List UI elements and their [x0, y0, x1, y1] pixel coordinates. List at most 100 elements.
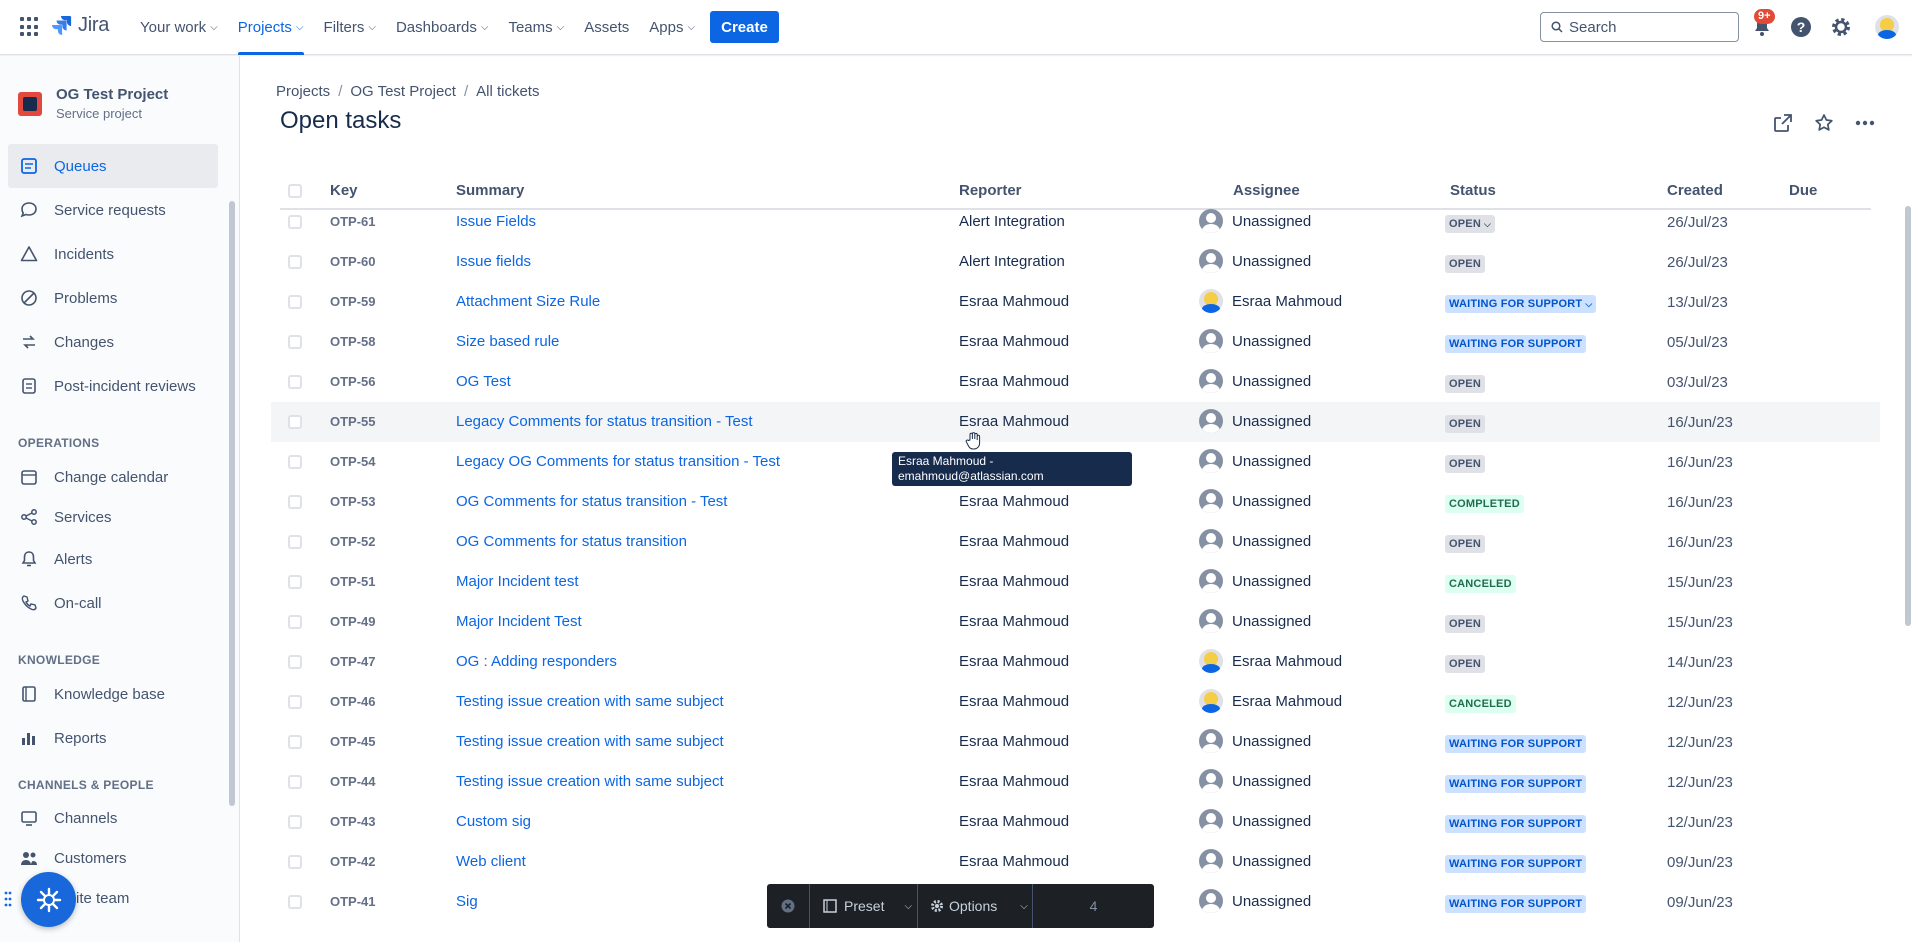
nav-teams[interactable]: Teams ⌵ [500, 0, 572, 55]
ticket-assignee[interactable]: Unassigned [1199, 729, 1311, 753]
table-row[interactable]: OTP-59 Attachment Size Rule Esraa Mahmoud E… [271, 282, 1880, 322]
ticket-assignee[interactable]: Unassigned [1199, 369, 1311, 393]
table-row[interactable]: OTP-52 OG Comments for status transition E… [271, 522, 1880, 562]
ticket-summary-link[interactable]: Testing issue creation with same subject [456, 773, 724, 790]
row-checkbox[interactable] [288, 735, 302, 749]
select-all-checkbox[interactable] [288, 184, 302, 198]
breadcrumb-all-tickets[interactable]: All tickets [476, 83, 539, 100]
sidebar-item-service-requests[interactable]: Service requests [8, 188, 218, 232]
row-checkbox[interactable] [288, 815, 302, 829]
ticket-summary-link[interactable]: Sig [456, 893, 478, 910]
table-row[interactable]: OTP-53 OG Comments for status transition … [271, 482, 1880, 522]
ticket-summary-link[interactable]: OG : Adding responders [456, 653, 617, 670]
ticket-assignee[interactable]: Unassigned [1199, 809, 1311, 833]
ticket-assignee[interactable]: Unassigned [1199, 849, 1311, 873]
ticket-key[interactable]: OTP-44 [330, 774, 376, 789]
ticket-assignee[interactable]: Unassigned [1199, 329, 1311, 353]
preset-dropdown[interactable]: Preset ⌵ [810, 884, 918, 928]
ticket-reporter[interactable]: Esraa Mahmoud [959, 573, 1069, 590]
ticket-reporter[interactable]: Esraa Mahmoud [959, 373, 1069, 390]
ticket-key[interactable]: OTP-55 [330, 414, 376, 429]
ticket-status[interactable]: CANCELED [1445, 694, 1516, 713]
ticket-assignee[interactable]: Esraa Mahmoud [1199, 689, 1342, 713]
ticket-reporter[interactable]: Alert Integration [959, 213, 1065, 230]
row-checkbox[interactable] [288, 695, 302, 709]
ticket-summary-link[interactable]: Testing issue creation with same subject [456, 733, 724, 750]
row-checkbox[interactable] [288, 775, 302, 789]
create-button[interactable]: Create [710, 11, 779, 43]
ticket-status[interactable]: WAITING FOR SUPPORT [1445, 734, 1587, 753]
row-checkbox[interactable] [288, 335, 302, 349]
profile-avatar[interactable] [1872, 15, 1902, 39]
table-row[interactable]: OTP-43 Custom sig Esraa Mahmoud Unassigned W… [271, 802, 1880, 842]
ticket-summary-link[interactable]: OG Comments for status transition [456, 533, 687, 550]
ticket-key[interactable]: OTP-56 [330, 374, 376, 389]
sidebar-item-problems[interactable]: Problems [8, 276, 218, 320]
ticket-summary-link[interactable]: Legacy OG Comments for status transition… [456, 453, 780, 470]
ticket-key[interactable]: OTP-47 [330, 654, 376, 669]
table-row[interactable]: OTP-44 Testing issue creation with same s… [271, 762, 1880, 802]
row-checkbox[interactable] [288, 255, 302, 269]
jira-logo[interactable]: Jira [52, 14, 109, 37]
table-row[interactable]: OTP-49 Major Incident Test Esraa Mahmoud Un… [271, 602, 1880, 642]
nav-assets[interactable]: Assets [576, 0, 637, 55]
sidebar-item-change-calendar[interactable]: Change calendar [8, 455, 218, 499]
ticket-assignee[interactable]: Unassigned [1199, 209, 1311, 233]
ticket-key[interactable]: OTP-41 [330, 894, 376, 909]
ticket-assignee[interactable]: Esraa Mahmoud [1199, 289, 1342, 313]
settings-gear-icon[interactable] [1829, 15, 1853, 39]
ticket-status[interactable]: CANCELED [1445, 574, 1516, 593]
sidebar-item-post-incident-reviews[interactable]: Post-incident reviews [8, 364, 218, 408]
ticket-summary-link[interactable]: Attachment Size Rule [456, 293, 600, 310]
ticket-assignee[interactable]: Unassigned [1199, 609, 1311, 633]
ticket-assignee[interactable]: Unassigned [1199, 769, 1311, 793]
row-checkbox[interactable] [288, 655, 302, 669]
ticket-key[interactable]: OTP-61 [330, 214, 376, 229]
column-header-created[interactable]: Created [1667, 182, 1723, 199]
assistant-launcher-button[interactable] [21, 872, 76, 927]
sidebar-item-knowledge-base[interactable]: Knowledge base [8, 672, 218, 716]
ticket-status[interactable]: OPEN [1445, 254, 1485, 273]
table-row[interactable]: OTP-58 Size based rule Esraa Mahmoud Unassi… [271, 322, 1880, 362]
sidebar-item-reports[interactable]: Reports [8, 716, 218, 760]
row-checkbox[interactable] [288, 575, 302, 589]
ticket-status[interactable]: WAITING FOR SUPPORT ⌵ [1445, 294, 1597, 313]
row-checkbox[interactable] [288, 415, 302, 429]
project-header[interactable]: OG Test Project Service project [18, 86, 168, 121]
ticket-status[interactable]: OPEN [1445, 614, 1485, 633]
main-scrollbar[interactable] [1905, 206, 1911, 626]
ticket-summary-link[interactable]: Testing issue creation with same subject [456, 693, 724, 710]
ticket-reporter[interactable]: Esraa Mahmoud [959, 293, 1069, 310]
ticket-key[interactable]: OTP-59 [330, 294, 376, 309]
ticket-reporter[interactable]: Esraa Mahmoud [959, 813, 1069, 830]
open-in-new-window-icon[interactable] [1771, 111, 1795, 135]
ticket-summary-link[interactable]: Issue Fields [456, 213, 536, 230]
ticket-summary-link[interactable]: Major Incident test [456, 573, 579, 590]
ticket-key[interactable]: OTP-54 [330, 454, 376, 469]
ticket-status[interactable]: WAITING FOR SUPPORT [1445, 334, 1587, 353]
ticket-summary-link[interactable]: OG Comments for status transition - Test [456, 493, 727, 510]
ticket-key[interactable]: OTP-53 [330, 494, 376, 509]
sidebar-item-on-call[interactable]: On-call [8, 581, 218, 625]
drag-handle-icon[interactable] [4, 890, 12, 908]
row-checkbox[interactable] [288, 295, 302, 309]
ticket-reporter[interactable]: Esraa Mahmoud [959, 853, 1069, 870]
table-row[interactable]: OTP-42 Web client Esraa Mahmoud Unassigned W… [271, 842, 1880, 882]
ticket-status[interactable]: OPEN [1445, 374, 1485, 393]
ticket-key[interactable]: OTP-49 [330, 614, 376, 629]
row-checkbox[interactable] [288, 375, 302, 389]
breadcrumb-project[interactable]: OG Test Project [350, 83, 456, 100]
ticket-key[interactable]: OTP-46 [330, 694, 376, 709]
nav-apps[interactable]: Apps ⌵ [641, 0, 703, 55]
ticket-assignee[interactable]: Unassigned [1199, 889, 1311, 913]
column-header-summary[interactable]: Summary [456, 182, 524, 199]
ticket-assignee[interactable]: Unassigned [1199, 489, 1311, 513]
ticket-summary-link[interactable]: Web client [456, 853, 526, 870]
column-header-due[interactable]: Due [1789, 182, 1817, 199]
table-row[interactable]: OTP-56 OG Test Esraa Mahmoud Unassigned OPEN… [271, 362, 1880, 402]
ticket-reporter[interactable]: Esraa Mahmoud [959, 333, 1069, 350]
ticket-reporter[interactable]: Esraa Mahmoud [959, 613, 1069, 630]
ticket-status[interactable]: OPEN ⌵ [1445, 214, 1496, 233]
row-checkbox[interactable] [288, 535, 302, 549]
ticket-reporter[interactable]: Esraa Mahmoud [959, 773, 1069, 790]
